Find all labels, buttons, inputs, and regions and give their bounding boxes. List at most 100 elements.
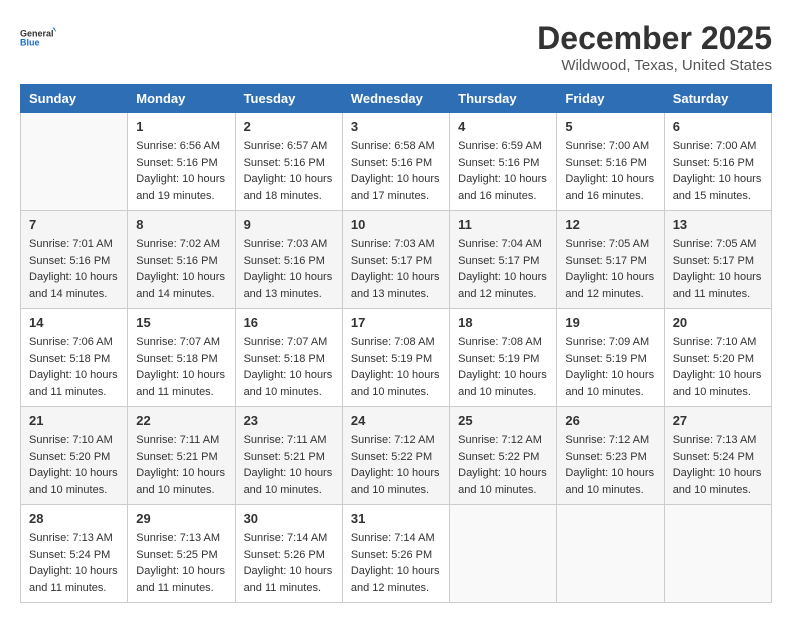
day-number: 13 [673,217,763,232]
calendar-cell: 13 Sunrise: 7:05 AMSunset: 5:17 PMDayligh… [664,211,771,309]
day-number: 22 [136,413,226,428]
calendar-body: 1 Sunrise: 6:56 AMSunset: 5:16 PMDaylight… [21,113,772,603]
day-info: Sunrise: 7:02 AMSunset: 5:16 PMDaylight:… [136,236,226,302]
day-info: Sunrise: 7:00 AMSunset: 5:16 PMDaylight:… [565,138,655,204]
calendar-cell: 28 Sunrise: 7:13 AMSunset: 5:24 PMDayligh… [21,505,128,603]
day-number: 18 [458,315,548,330]
day-info: Sunrise: 7:05 AMSunset: 5:17 PMDaylight:… [673,236,763,302]
page-header: General Blue December 2025 Wildwood, Tex… [20,20,772,74]
day-number: 1 [136,119,226,134]
calendar-week-row: 14Sunrise: 7:06 AMSunset: 5:18 PMDayligh… [21,309,772,407]
day-info: Sunrise: 7:00 AMSunset: 5:16 PMDaylight:… [673,138,763,204]
calendar-cell: 10 Sunrise: 7:03 AMSunset: 5:17 PMDayligh… [342,211,449,309]
day-number: 29 [136,511,226,526]
day-info: Sunrise: 7:14 AMSunset: 5:26 PMDaylight:… [351,530,441,596]
calendar-cell: 11 Sunrise: 7:04 AMSunset: 5:17 PMDayligh… [450,211,557,309]
day-number: 5 [565,119,655,134]
calendar-week-row: 1 Sunrise: 6:56 AMSunset: 5:16 PMDaylight… [21,113,772,211]
location-subtitle: Wildwood, Texas, United States [537,57,772,74]
calendar-cell: 21Sunrise: 7:10 AMSunset: 5:20 PMDayligh… [21,407,128,505]
day-info: Sunrise: 7:10 AMSunset: 5:20 PMDaylight:… [29,432,119,498]
calendar-cell: 24Sunrise: 7:12 AMSunset: 5:22 PMDayligh… [342,407,449,505]
day-number: 23 [244,413,334,428]
calendar-cell: 17 Sunrise: 7:08 AMSunset: 5:19 PMDayligh… [342,309,449,407]
day-info: Sunrise: 7:13 AMSunset: 5:25 PMDaylight:… [136,530,226,596]
weekday-header-tuesday: Tuesday [235,85,342,113]
day-info: Sunrise: 7:14 AMSunset: 5:26 PMDaylight:… [244,530,334,596]
svg-text:General: General [20,29,54,39]
calendar-cell: 6Sunrise: 7:00 AMSunset: 5:16 PMDaylight… [664,113,771,211]
day-info: Sunrise: 7:04 AMSunset: 5:17 PMDaylight:… [458,236,548,302]
day-number: 16 [244,315,334,330]
calendar-week-row: 7Sunrise: 7:01 AMSunset: 5:16 PMDaylight… [21,211,772,309]
weekday-header-sunday: Sunday [21,85,128,113]
weekday-header-wednesday: Wednesday [342,85,449,113]
day-number: 15 [136,315,226,330]
day-number: 26 [565,413,655,428]
logo: General Blue [20,20,56,56]
calendar-cell: 20 Sunrise: 7:10 AMSunset: 5:20 PMDayligh… [664,309,771,407]
calendar-table: SundayMondayTuesdayWednesdayThursdayFrid… [20,84,772,603]
calendar-cell: 14Sunrise: 7:06 AMSunset: 5:18 PMDayligh… [21,309,128,407]
calendar-cell: 27Sunrise: 7:13 AMSunset: 5:24 PMDayligh… [664,407,771,505]
calendar-cell: 22 Sunrise: 7:11 AMSunset: 5:21 PMDayligh… [128,407,235,505]
calendar-cell: 26 Sunrise: 7:12 AMSunset: 5:23 PMDayligh… [557,407,664,505]
svg-text:Blue: Blue [20,38,40,48]
day-info: Sunrise: 6:57 AMSunset: 5:16 PMDaylight:… [244,138,334,204]
calendar-cell: 30 Sunrise: 7:14 AMSunset: 5:26 PMDayligh… [235,505,342,603]
day-number: 4 [458,119,548,134]
day-number: 17 [351,315,441,330]
calendar-week-row: 28 Sunrise: 7:13 AMSunset: 5:24 PMDayligh… [21,505,772,603]
calendar-cell: 8Sunrise: 7:02 AMSunset: 5:16 PMDaylight… [128,211,235,309]
day-info: Sunrise: 6:59 AMSunset: 5:16 PMDaylight:… [458,138,548,204]
day-number: 20 [673,315,763,330]
day-info: Sunrise: 7:11 AMSunset: 5:21 PMDaylight:… [244,432,334,498]
calendar-week-row: 21Sunrise: 7:10 AMSunset: 5:20 PMDayligh… [21,407,772,505]
day-number: 10 [351,217,441,232]
day-number: 11 [458,217,548,232]
day-info: Sunrise: 7:12 AMSunset: 5:22 PMDaylight:… [458,432,548,498]
calendar-cell: 16 Sunrise: 7:07 AMSunset: 5:18 PMDayligh… [235,309,342,407]
calendar-cell: 29 Sunrise: 7:13 AMSunset: 5:25 PMDayligh… [128,505,235,603]
calendar-cell: 19Sunrise: 7:09 AMSunset: 5:19 PMDayligh… [557,309,664,407]
day-info: Sunrise: 7:07 AMSunset: 5:18 PMDaylight:… [136,334,226,400]
day-number: 30 [244,511,334,526]
title-section: December 2025 Wildwood, Texas, United St… [537,20,772,74]
calendar-cell [450,505,557,603]
day-info: Sunrise: 7:03 AMSunset: 5:17 PMDaylight:… [351,236,441,302]
day-number: 24 [351,413,441,428]
day-info: Sunrise: 7:11 AMSunset: 5:21 PMDaylight:… [136,432,226,498]
calendar-cell [21,113,128,211]
day-number: 28 [29,511,119,526]
month-year-title: December 2025 [537,20,772,57]
day-info: Sunrise: 7:08 AMSunset: 5:19 PMDaylight:… [458,334,548,400]
calendar-cell: 4 Sunrise: 6:59 AMSunset: 5:16 PMDaylight… [450,113,557,211]
weekday-header-thursday: Thursday [450,85,557,113]
day-info: Sunrise: 6:56 AMSunset: 5:16 PMDaylight:… [136,138,226,204]
day-info: Sunrise: 7:05 AMSunset: 5:17 PMDaylight:… [565,236,655,302]
day-info: Sunrise: 7:10 AMSunset: 5:20 PMDaylight:… [673,334,763,400]
calendar-cell [557,505,664,603]
day-info: Sunrise: 7:13 AMSunset: 5:24 PMDaylight:… [673,432,763,498]
calendar-cell: 5 Sunrise: 7:00 AMSunset: 5:16 PMDaylight… [557,113,664,211]
day-info: Sunrise: 7:07 AMSunset: 5:18 PMDaylight:… [244,334,334,400]
day-info: Sunrise: 7:09 AMSunset: 5:19 PMDaylight:… [565,334,655,400]
day-info: Sunrise: 7:08 AMSunset: 5:19 PMDaylight:… [351,334,441,400]
calendar-cell: 12Sunrise: 7:05 AMSunset: 5:17 PMDayligh… [557,211,664,309]
day-number: 31 [351,511,441,526]
weekday-header-friday: Friday [557,85,664,113]
calendar-cell: 23 Sunrise: 7:11 AMSunset: 5:21 PMDayligh… [235,407,342,505]
day-number: 9 [244,217,334,232]
calendar-cell: 15 Sunrise: 7:07 AMSunset: 5:18 PMDayligh… [128,309,235,407]
day-info: Sunrise: 7:12 AMSunset: 5:23 PMDaylight:… [565,432,655,498]
logo-svg: General Blue [20,20,56,56]
weekday-header-saturday: Saturday [664,85,771,113]
calendar-header-row: SundayMondayTuesdayWednesdayThursdayFrid… [21,85,772,113]
day-info: Sunrise: 7:13 AMSunset: 5:24 PMDaylight:… [29,530,119,596]
day-number: 14 [29,315,119,330]
calendar-cell: 2Sunrise: 6:57 AMSunset: 5:16 PMDaylight… [235,113,342,211]
weekday-header-monday: Monday [128,85,235,113]
calendar-cell: 1 Sunrise: 6:56 AMSunset: 5:16 PMDaylight… [128,113,235,211]
calendar-cell: 18 Sunrise: 7:08 AMSunset: 5:19 PMDayligh… [450,309,557,407]
day-number: 7 [29,217,119,232]
